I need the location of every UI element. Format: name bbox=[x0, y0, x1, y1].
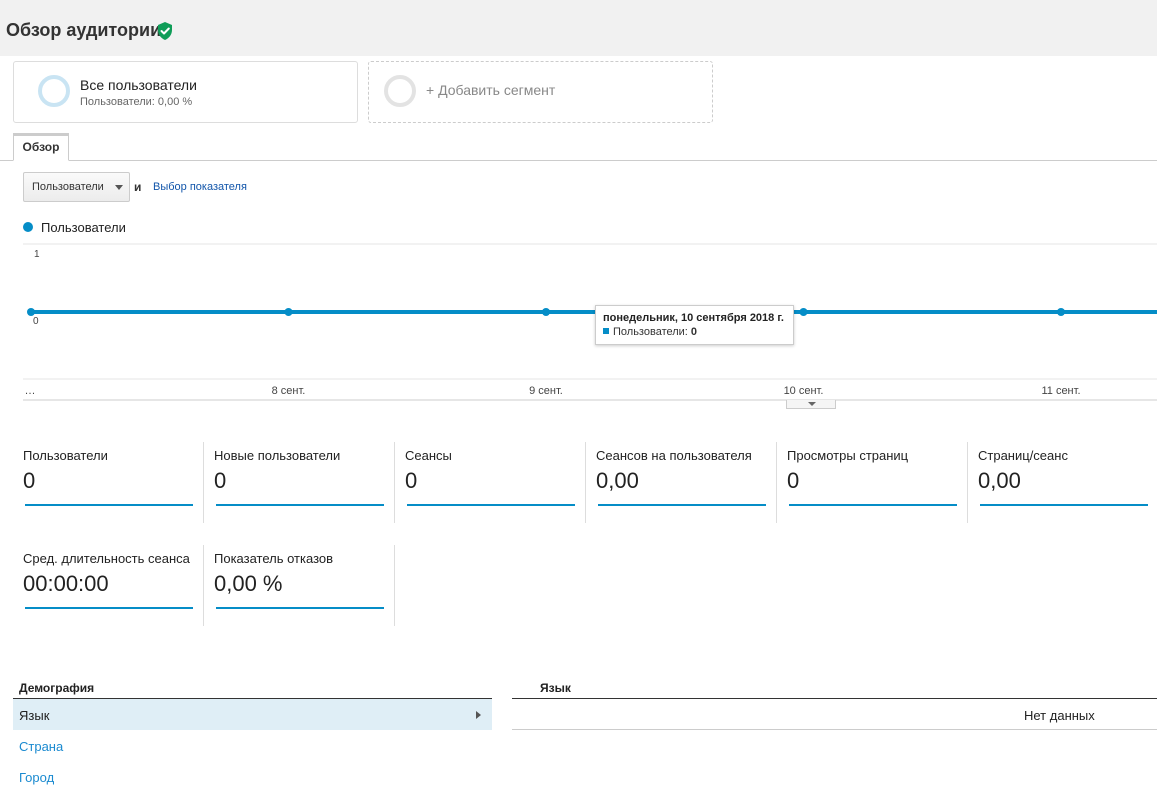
stat-value: 00:00:00 bbox=[23, 571, 109, 596]
chevron-down-icon bbox=[115, 185, 123, 190]
series-swatch-icon bbox=[603, 328, 609, 334]
demographics-item-city[interactable]: Город bbox=[13, 761, 492, 791]
segment-title: Все пользователи bbox=[80, 77, 197, 93]
demographics-item-label: Язык bbox=[19, 708, 50, 723]
metric-select-value: Пользователи bbox=[32, 181, 104, 193]
stat-divider bbox=[394, 442, 395, 523]
add-segment-label: + Добавить сегмент bbox=[426, 82, 556, 98]
x-tick-label: 9 сент. bbox=[529, 385, 563, 397]
stat-sparkline bbox=[789, 504, 957, 506]
stat-sparkline bbox=[25, 607, 193, 609]
stat-sparkline bbox=[407, 504, 575, 506]
stat-label: Страниц/сеанс bbox=[978, 448, 1068, 463]
demographics-item-country[interactable]: Страна bbox=[13, 730, 492, 761]
stat-label: Пользователи bbox=[23, 448, 108, 463]
stat-sparkline bbox=[216, 504, 384, 506]
add-segment-button[interactable]: + Добавить сегмент bbox=[368, 61, 713, 123]
stat-label: Сред. длительность сеанса bbox=[23, 551, 190, 566]
stat-avg-session-duration[interactable]: Сред. длительность сеанса 00:00:00 bbox=[23, 545, 214, 629]
tooltip-value: 0 bbox=[690, 326, 698, 338]
y-tick-label: 1 bbox=[34, 249, 40, 260]
stat-divider bbox=[967, 442, 968, 523]
and-label: и bbox=[134, 180, 142, 194]
y-tick-label: 0 bbox=[33, 316, 39, 327]
data-point bbox=[799, 308, 808, 316]
stat-sessions[interactable]: Сеансы 0 bbox=[405, 442, 596, 526]
stat-label: Новые пользователи bbox=[214, 448, 341, 463]
users-line-chart: 1 0 … 8 сент. 9 сент. 10 сент. 11 сент. bbox=[23, 243, 1157, 401]
stat-label: Сеансы bbox=[405, 448, 452, 463]
demographics-title: Демография bbox=[19, 681, 95, 695]
metric-select[interactable]: Пользователи bbox=[23, 172, 130, 202]
chevron-right-icon bbox=[476, 711, 481, 719]
stat-bounce-rate[interactable]: Показатель отказов 0,00 % bbox=[214, 545, 405, 629]
legend-dot-icon bbox=[23, 222, 33, 232]
no-data-message: Нет данных bbox=[1024, 708, 1095, 723]
stat-divider bbox=[394, 545, 395, 626]
tooltip-series-label: Пользователи: bbox=[613, 326, 688, 338]
x-tick-label: 10 сент. bbox=[784, 385, 824, 397]
data-point bbox=[27, 308, 35, 316]
verified-shield-icon bbox=[158, 22, 172, 40]
stat-new-users[interactable]: Новые пользователи 0 bbox=[214, 442, 405, 526]
language-table-bottom-line bbox=[512, 729, 1157, 730]
segment-subtitle: Пользователи: 0,00 % bbox=[80, 96, 193, 108]
stat-value: 0,00 bbox=[978, 468, 1021, 493]
data-point bbox=[284, 308, 293, 316]
page-header: Обзор аудитории bbox=[0, 0, 1157, 56]
stat-pageviews[interactable]: Просмотры страниц 0 bbox=[787, 442, 978, 526]
stat-label: Сеансов на пользователя bbox=[596, 448, 752, 463]
stat-value: 0 bbox=[405, 468, 418, 493]
language-table-divider bbox=[512, 698, 1157, 699]
choose-metric-link[interactable]: Выбор показателя bbox=[153, 181, 247, 193]
stat-label: Показатель отказов bbox=[214, 551, 334, 566]
tooltip-row: Пользователи: 0 bbox=[603, 326, 786, 338]
stat-sparkline bbox=[25, 504, 193, 506]
segment-all-users[interactable]: Все пользователи Пользователи: 0,00 % bbox=[13, 61, 358, 123]
stat-sessions-per-user[interactable]: Сеансов на пользователя 0,00 bbox=[596, 442, 787, 526]
tooltip-title: понедельник, 10 сентября 2018 г. bbox=[603, 312, 784, 324]
stat-divider bbox=[776, 442, 777, 523]
x-tick-label: 8 сент. bbox=[272, 385, 306, 397]
x-tick-label: … bbox=[25, 385, 36, 397]
data-point bbox=[542, 308, 550, 316]
stat-divider bbox=[203, 442, 204, 523]
stat-pages-per-session[interactable]: Страниц/сеанс 0,00 bbox=[978, 448, 1157, 526]
stat-sparkline bbox=[980, 504, 1148, 506]
data-point bbox=[1057, 308, 1065, 316]
stat-sparkline bbox=[216, 607, 384, 609]
stat-value: 0,00 bbox=[596, 468, 639, 493]
stat-divider bbox=[203, 545, 204, 626]
stat-sparkline bbox=[598, 504, 766, 506]
legend-label: Пользователи bbox=[41, 220, 126, 235]
chevron-down-icon bbox=[808, 402, 816, 406]
chart-collapse-handle[interactable] bbox=[786, 400, 836, 409]
stat-label: Просмотры страниц bbox=[787, 448, 909, 463]
stat-value: 0 bbox=[214, 468, 227, 493]
stat-value: 0 bbox=[23, 468, 36, 493]
stat-users[interactable]: Пользователи 0 bbox=[23, 442, 214, 526]
stat-divider bbox=[585, 442, 586, 523]
demographics-item-language[interactable]: Язык bbox=[13, 699, 492, 730]
segment-ring-icon bbox=[38, 75, 70, 107]
stat-value: 0,00 % bbox=[214, 571, 283, 596]
tab-overview[interactable]: Обзор bbox=[13, 133, 69, 161]
language-table-title: Язык bbox=[540, 681, 571, 695]
page-title: Обзор аудитории bbox=[6, 20, 162, 40]
tab-bar-line bbox=[0, 160, 1157, 161]
chart-tooltip: понедельник, 10 сентября 2018 г. Пользов… bbox=[595, 305, 794, 345]
x-tick-label: 11 сент. bbox=[1041, 385, 1080, 397]
segment-ring-icon bbox=[384, 75, 416, 107]
stat-value: 0 bbox=[787, 468, 800, 493]
